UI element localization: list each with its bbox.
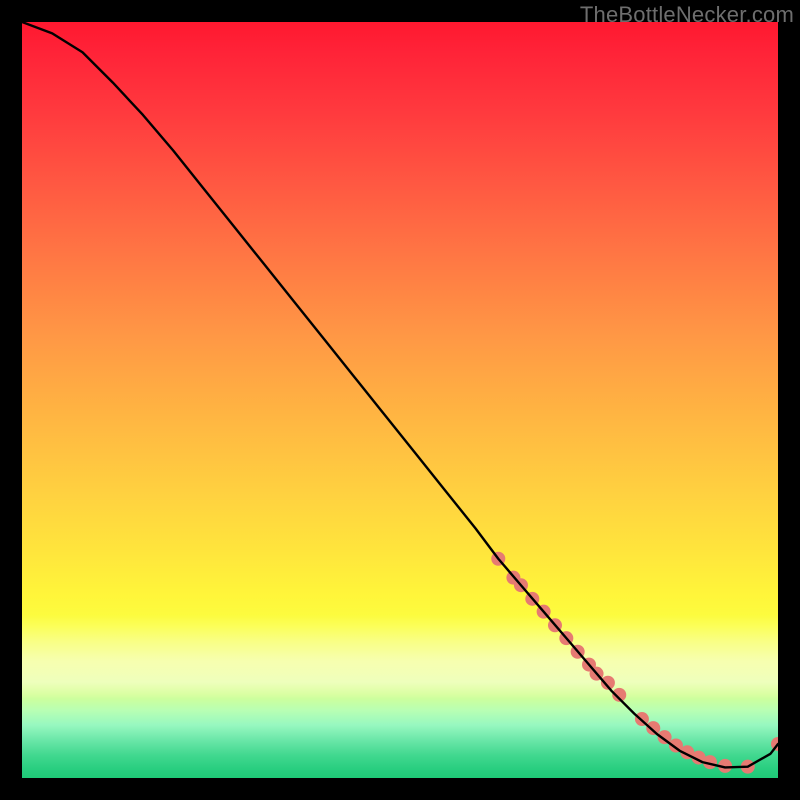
curve-markers [491,552,778,774]
watermark-text: TheBottleNecker.com [580,2,794,28]
curve-svg [22,22,778,778]
bottleneck-curve-path [22,22,778,767]
plot-area [22,22,778,778]
chart-container: TheBottleNecker.com [0,0,800,800]
curve-marker [646,721,660,735]
